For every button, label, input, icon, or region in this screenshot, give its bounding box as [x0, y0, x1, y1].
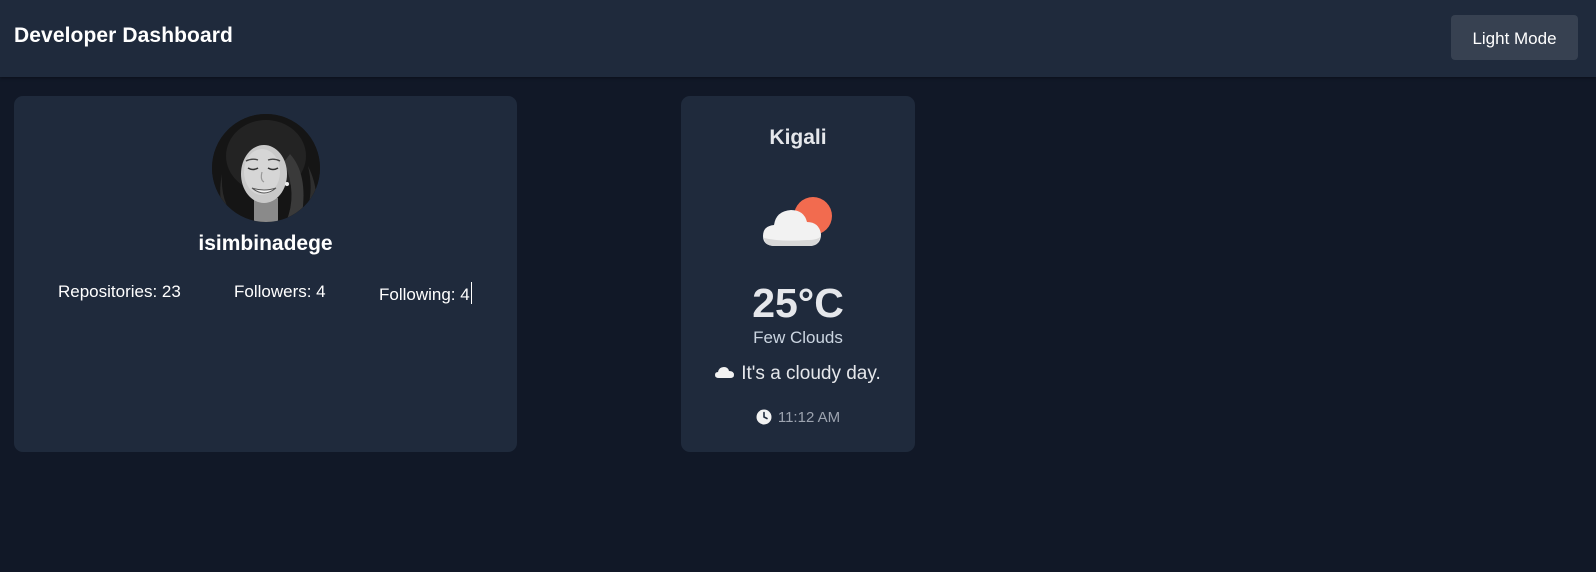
cloud-icon — [715, 367, 735, 378]
repositories-count: Repositories: 23 — [58, 282, 181, 302]
text-cursor — [470, 282, 472, 304]
top-bar: Developer Dashboard Light Mode — [0, 0, 1596, 77]
weather-message: It's a cloudy day. — [681, 363, 915, 385]
followers-count: Followers: 4 — [234, 282, 326, 302]
weather-card: Kigali 25°C Few Clouds It's a cloudy day… — [681, 96, 915, 452]
light-mode-toggle-button[interactable]: Light Mode — [1451, 15, 1578, 60]
avatar — [212, 114, 320, 222]
user-avatar-photo-icon — [212, 114, 320, 222]
updated-time: 11:12 AM — [681, 409, 915, 426]
app-title: Developer Dashboard — [14, 24, 233, 47]
following-label: Following: 4 — [379, 285, 470, 304]
cloud-sun-icon — [759, 194, 837, 248]
clock-icon — [756, 409, 772, 425]
weather-message-text: It's a cloudy day. — [741, 363, 881, 384]
following-count: Following: 4 — [379, 282, 472, 305]
username: isimbinadege — [198, 232, 333, 255]
repositories-label: Repositories: 23 — [58, 282, 181, 301]
weather-condition: Few Clouds — [753, 328, 843, 347]
followers-label: Followers: 4 — [234, 282, 326, 301]
temperature: 25°C — [752, 280, 844, 326]
city-name: Kigali — [769, 126, 827, 149]
github-profile-card: isimbinadege Repositories: 23 Followers:… — [14, 96, 517, 452]
time-text: 11:12 AM — [777, 409, 841, 426]
